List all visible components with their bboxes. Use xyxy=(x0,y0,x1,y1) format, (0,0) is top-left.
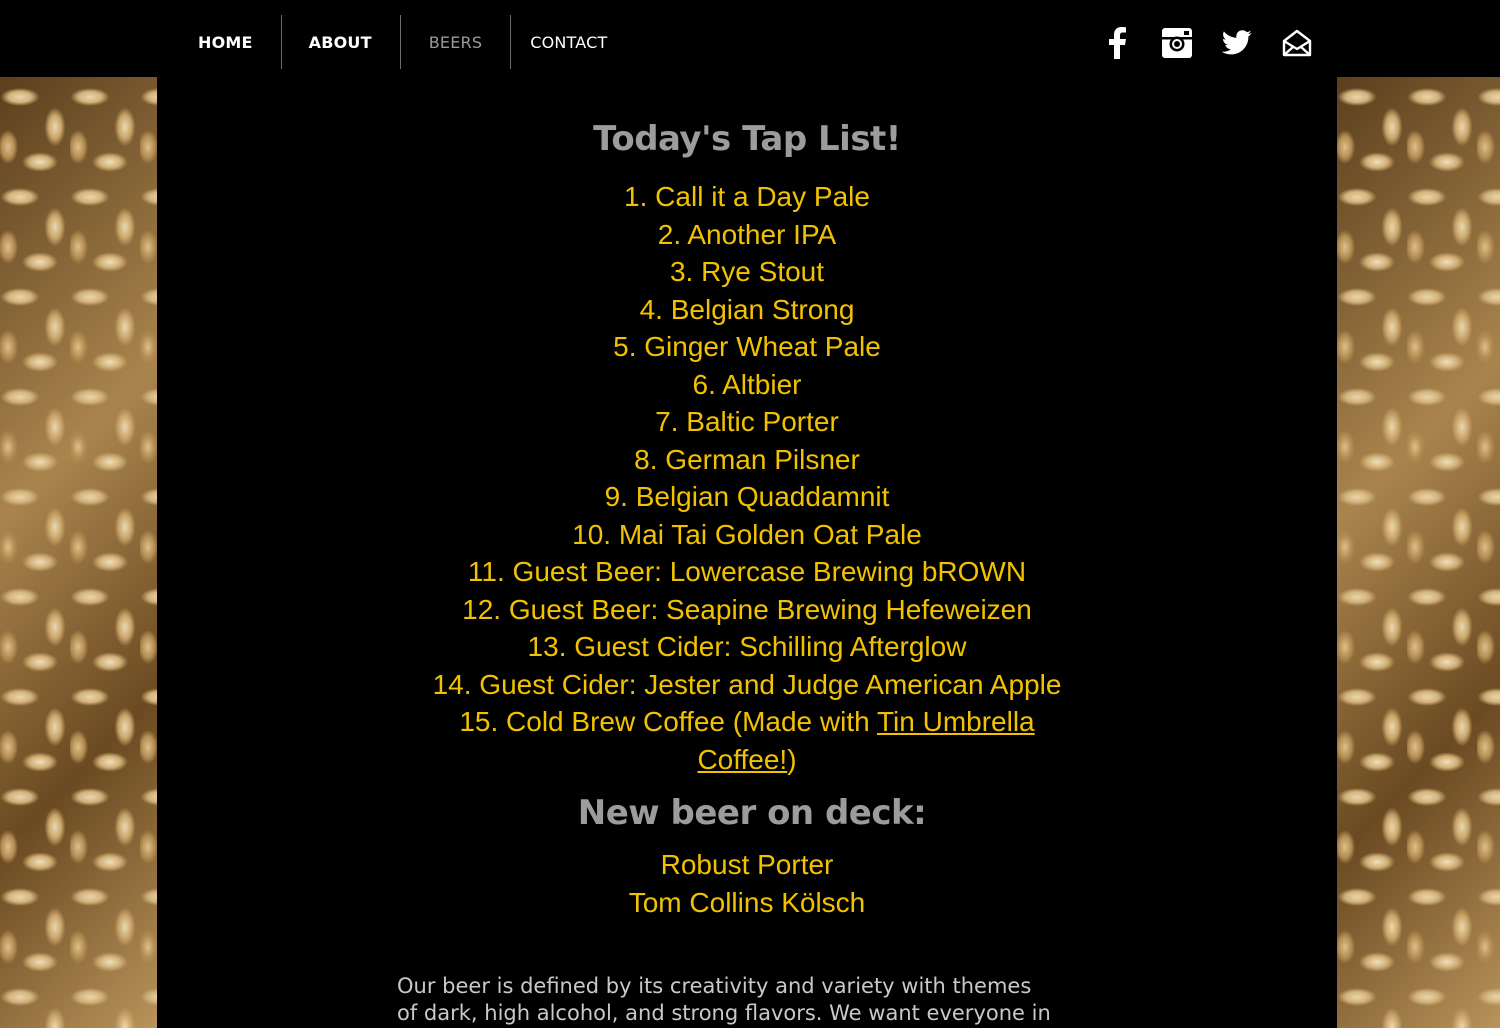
tap-list-item: 10. Mai Tai Golden Oat Pale xyxy=(572,518,922,550)
tap-list-item: 14. Guest Cider: Jester and Judge Americ… xyxy=(432,668,1062,700)
facebook-icon[interactable] xyxy=(1100,26,1134,60)
tap-list-item: 6. Altbier xyxy=(692,368,802,400)
nav-beers[interactable]: BEERS xyxy=(401,15,512,69)
instagram-icon[interactable] xyxy=(1160,26,1194,60)
twitter-icon[interactable] xyxy=(1220,26,1254,60)
top-navbar: HOME ABOUT BEERS CONTACT xyxy=(0,0,1500,77)
coffee-item-suffix: ) xyxy=(787,743,797,775)
tap-list-item: 4. Belgian Strong xyxy=(639,293,855,325)
on-deck-title: New beer on deck: xyxy=(577,793,927,833)
tap-list-item: 12. Guest Beer: Seapine Brewing Hefeweiz… xyxy=(462,593,1032,625)
main-content: Today's Tap List! 1. Call it a Day Pale … xyxy=(157,77,1337,1028)
on-deck-list: Robust Porter Tom Collins Kölsch xyxy=(157,846,1337,921)
on-deck-item: Tom Collins Kölsch xyxy=(628,886,866,918)
tap-list-item: 3. Rye Stout xyxy=(669,256,825,287)
tap-list-title: Today's Tap List! xyxy=(593,119,901,159)
tap-list-item: 11. Guest Beer: Lowercase Brewing bROWN xyxy=(467,556,1027,587)
coffee-item-prefix: 15. Cold Brew Coffee (Made with xyxy=(459,706,877,737)
main-nav: HOME ABOUT BEERS CONTACT xyxy=(170,15,636,71)
tap-list-item: 2. Another IPA xyxy=(657,218,837,250)
mail-icon[interactable] xyxy=(1280,26,1314,60)
tap-list-item: 8. German Pilsner xyxy=(634,443,860,475)
tap-list-item-coffee: 15. Cold Brew Coffee (Made with Tin Umbr… xyxy=(427,703,1067,778)
social-links xyxy=(1100,26,1314,60)
nav-about[interactable]: ABOUT xyxy=(282,15,401,69)
nav-contact[interactable]: CONTACT xyxy=(511,15,635,69)
grain-background-left xyxy=(0,77,157,1028)
tap-list-item: 5. Ginger Wheat Pale xyxy=(613,331,881,362)
on-deck-item: Robust Porter xyxy=(660,849,834,880)
brewery-description: Our beer is defined by its creativity an… xyxy=(397,974,1051,1025)
tap-list-item: 1. Call it a Day Pale xyxy=(624,181,870,212)
tap-list: 1. Call it a Day Pale 2. Another IPA 3. … xyxy=(157,178,1337,778)
grain-background-right xyxy=(1337,77,1500,1028)
tap-list-item: 9. Belgian Quaddamnit xyxy=(604,481,890,512)
tap-list-item: 13. Guest Cider: Schilling Afterglow xyxy=(527,631,967,662)
nav-home[interactable]: HOME xyxy=(170,15,282,69)
tap-list-item: 7. Baltic Porter xyxy=(655,406,839,437)
